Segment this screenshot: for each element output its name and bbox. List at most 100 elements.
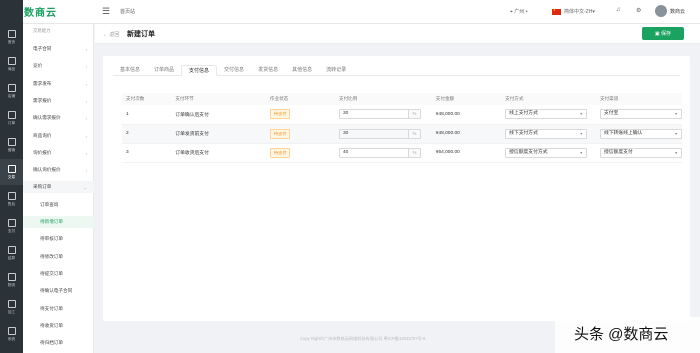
menu-item[interactable]: 待修改订单 (23, 251, 94, 263)
menu-item[interactable]: 确认询价报价 › (23, 164, 94, 176)
cell-stage: 订单发货前支付 (171, 124, 266, 144)
menu-item[interactable]: 待支付订单 (23, 303, 94, 315)
cell-channel: 线下转账线上确认 ▼ (595, 124, 682, 144)
rail-item-4[interactable]: 营销 (0, 132, 23, 158)
tab-0[interactable]: 基本信息 (113, 65, 147, 76)
chevron-right-icon: › (85, 81, 87, 87)
payment-method-select[interactable]: 线下支付方式 ▼ (505, 128, 588, 139)
table-row: 3 订单收货后支付 待支付 40% ¥64,000.00 授信额度支付方式 ▼ 授信额度支付 ▼ (122, 143, 682, 163)
arrow-left-icon: ← (103, 32, 108, 38)
order-icon (7, 111, 16, 119)
home-link[interactable]: 首页站 (120, 8, 135, 15)
select-value: 授信额度支付方式 (509, 149, 548, 155)
tab-1[interactable]: 订单商品 (147, 65, 181, 76)
cell-amount: ¥48,000.00 (431, 124, 502, 144)
tab-4[interactable]: 发货信息 (251, 65, 285, 76)
ratio-value: 30 (342, 130, 349, 136)
rail-item-11[interactable]: 系统 (0, 321, 23, 347)
tab-3[interactable]: 交付信息 (217, 65, 251, 76)
rail-item-10[interactable]: 加工 (0, 294, 23, 320)
back-label: 返回 (109, 32, 120, 38)
menu-item[interactable]: 需求发布 › (23, 78, 94, 90)
back-button[interactable]: ← 返回 (103, 31, 119, 38)
tab-bar: 基本信息 订单商品 支付信息 交付信息 发货信息 其他信息 流转记录 (113, 65, 680, 76)
payment-channel-select[interactable]: 授信额度支付 ▼ (599, 147, 682, 158)
menu-item[interactable]: 待归档订单 (23, 337, 94, 349)
menu-item[interactable]: 确认需求报价 › (23, 112, 94, 124)
tab-6[interactable]: 流转记录 (319, 65, 353, 76)
menu-item-label: 待收货订单 (40, 322, 63, 328)
rail-item-9[interactable]: 物流 (0, 267, 23, 293)
column-header: 支付方式 (501, 93, 596, 105)
menu-item[interactable]: 待确认电子合同 (23, 285, 94, 297)
ratio-input[interactable]: 30% (338, 109, 421, 120)
chevron-down-icon: ▼ (674, 131, 678, 136)
rail-item-7[interactable]: 支付 (0, 213, 23, 239)
payment-channel-select[interactable]: 线下转账线上确认 ▼ (599, 128, 682, 139)
save-button[interactable]: ▣ 保存 (642, 27, 684, 40)
username[interactable]: 数商云 (670, 8, 685, 15)
marketing-icon (7, 138, 16, 146)
payment-method-select[interactable]: 线上支付方式 ▼ (505, 109, 588, 120)
select-value: 线下转账线上确认 (603, 130, 643, 136)
rail-item-3[interactable]: 订单 (0, 105, 23, 131)
chevron-down-icon: ▼ (579, 112, 584, 117)
help-icon[interactable]: ⚙ (636, 7, 641, 14)
avatar[interactable] (655, 5, 667, 17)
select-value: 线下支付方式 (509, 130, 538, 136)
status-badge: 待支付 (269, 147, 291, 158)
rail-item-label: 加工 (7, 310, 16, 314)
rail-item-0[interactable]: 首页 (0, 24, 23, 50)
rail-item-label: 系统 (7, 337, 16, 341)
rail-item-1[interactable]: 商品 (0, 51, 23, 77)
ratio-unit: % (407, 129, 420, 138)
pay-icon (7, 219, 16, 227)
rail-item-2[interactable]: 店铺 (0, 78, 23, 104)
select-value: 授信额度支付 (603, 149, 633, 155)
menu-item[interactable]: 竞价 › (23, 60, 94, 72)
icon-rail: 首页 商品店铺订单 营销交易售后 支付结算物流加工系统 (0, 0, 23, 353)
menu-item-label: 商品询价 (33, 132, 52, 138)
bell-icon[interactable]: ♫ (616, 7, 621, 13)
menu-item[interactable]: 订单查询 (23, 199, 94, 211)
rail-item-label: 结算 (7, 256, 16, 260)
cell-method: 线上支付方式 ▼ (501, 105, 596, 125)
chevron-right-icon: › (85, 47, 87, 52)
payment-channel-select[interactable]: 支付宝 ▼ (599, 109, 682, 120)
menu-item[interactable]: 待收货订单 (23, 320, 94, 332)
menu-toggle-icon[interactable]: ☰ (102, 7, 110, 16)
menu-item-label: 待修改订单 (40, 253, 63, 259)
rail-item-label: 交易 (7, 175, 16, 179)
cell-status: 待支付 (265, 143, 335, 163)
rail-item-label: 物流 (7, 283, 16, 287)
location-selector[interactable]: ⌖ 广州 ▾ (510, 8, 528, 15)
menu-item[interactable]: 采购订单 ⌄ (23, 181, 94, 194)
menu-item[interactable]: 询价报价 › (23, 147, 94, 159)
menu-item[interactable]: 待新增订单 (23, 216, 94, 228)
rail-item-5[interactable]: 交易 (0, 159, 23, 185)
ratio-input[interactable]: 40% (338, 147, 421, 158)
menu-item-label: 待支付订单 (40, 305, 63, 311)
menu-item[interactable]: 待审核订单 (23, 233, 94, 245)
tab-2[interactable]: 支付信息 (181, 65, 218, 76)
menu-item-label: 采购订单 (33, 184, 52, 190)
language-selector[interactable]: 简体中文-ZH ▾ (552, 8, 595, 15)
menu-item[interactable]: 待提交订单 (23, 268, 94, 280)
menu-item[interactable]: 电子合同 › (23, 43, 94, 55)
menu-item-label: 待新增订单 (40, 219, 63, 224)
menu-item[interactable]: 商品询价 › (23, 130, 94, 142)
location-label: 广州 (514, 9, 525, 15)
page-header: ← 返回 新建订单 ▣ 保存 (95, 24, 700, 44)
payment-method-select[interactable]: 授信额度支付方式 ▼ (505, 147, 588, 158)
tab-5[interactable]: 其他信息 (285, 65, 319, 76)
china-flag-icon (552, 8, 561, 15)
ratio-input[interactable]: 30% (338, 128, 421, 139)
rail-item-6[interactable]: 售后 (0, 186, 23, 212)
aftersale-icon (7, 192, 16, 200)
product-icon (7, 57, 16, 65)
footer-copyright: Copy Right©广州市数商云网络科技有限公司 粤ICP备13043797号… (300, 336, 426, 341)
menu-item-label: 待提交订单 (40, 270, 63, 276)
rail-item-label: 店铺 (7, 94, 16, 98)
rail-item-8[interactable]: 结算 (0, 240, 23, 266)
menu-item[interactable]: 需求报价 › (23, 95, 94, 107)
